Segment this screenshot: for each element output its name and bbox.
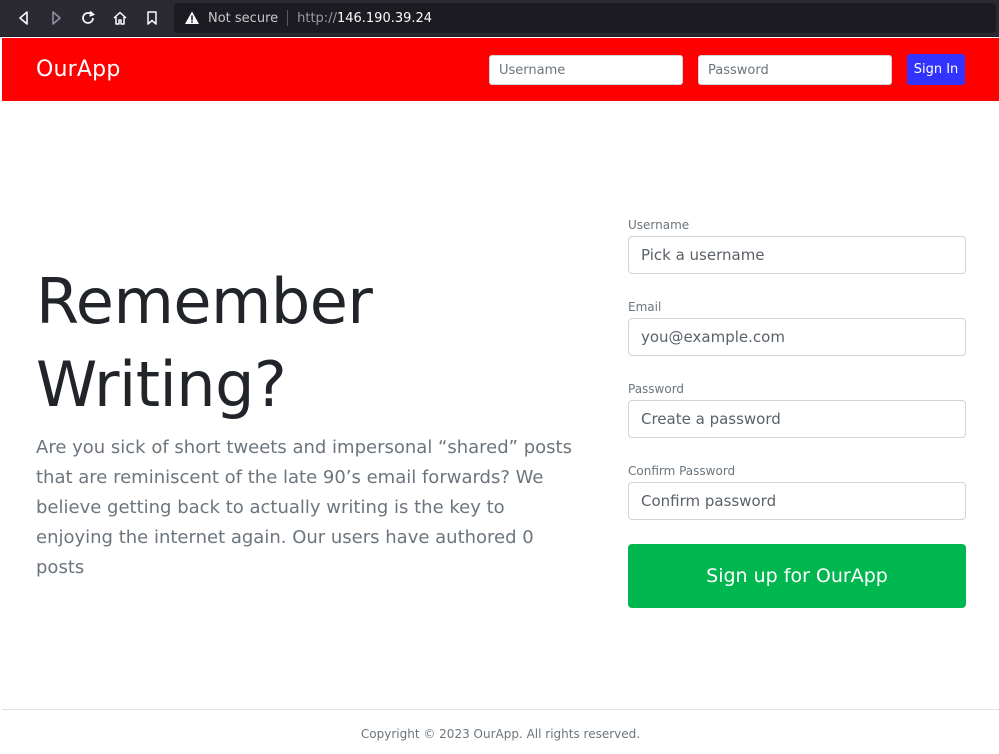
url-scheme: http:// xyxy=(297,10,337,26)
address-bar[interactable]: Not secure http://146.190.39.24 xyxy=(174,3,996,33)
signup-submit-button[interactable]: Sign up for OurApp xyxy=(628,544,966,608)
header-password-input[interactable] xyxy=(698,55,892,85)
security-label[interactable]: Not secure xyxy=(208,11,278,26)
top-navbar: OurApp Sign In xyxy=(2,38,999,101)
signup-confirm-password-input[interactable] xyxy=(628,482,966,520)
copyright-text: Copyright © 2023 OurApp. All rights rese… xyxy=(360,727,641,741)
brand-logo[interactable]: OurApp xyxy=(36,57,120,82)
reload-icon[interactable] xyxy=(76,6,100,30)
back-icon[interactable] xyxy=(12,6,36,30)
warning-icon[interactable] xyxy=(184,10,200,26)
browser-toolbar: Not secure http://146.190.39.24 xyxy=(0,0,999,37)
hero-lead: Are you sick of short tweets and imperso… xyxy=(36,437,572,578)
app-page: OurApp Sign In Remember Writing? Are you… xyxy=(2,38,999,754)
email-label: Email xyxy=(628,300,662,314)
home-icon[interactable] xyxy=(108,6,132,30)
sign-in-button[interactable]: Sign In xyxy=(907,54,965,85)
signup-username-input[interactable] xyxy=(628,236,966,274)
signup-form: Username Email Password Confirm Password… xyxy=(628,216,966,608)
signup-email-input[interactable] xyxy=(628,318,966,356)
signup-password-input[interactable] xyxy=(628,400,966,438)
header-username-input[interactable] xyxy=(489,55,683,85)
bookmark-icon[interactable] xyxy=(140,6,164,30)
confirm-password-label: Confirm Password xyxy=(628,464,736,478)
password-label: Password xyxy=(628,382,685,396)
footer: Copyright © 2023 OurApp. All rights rese… xyxy=(2,709,999,754)
url-separator xyxy=(287,10,289,26)
hero-headline: Remember Writing? xyxy=(36,265,373,421)
url-host: 146.190.39.24 xyxy=(336,10,433,26)
forward-icon[interactable] xyxy=(44,6,68,30)
username-label: Username xyxy=(628,218,690,232)
url-text[interactable]: http://146.190.39.24 xyxy=(297,11,432,26)
